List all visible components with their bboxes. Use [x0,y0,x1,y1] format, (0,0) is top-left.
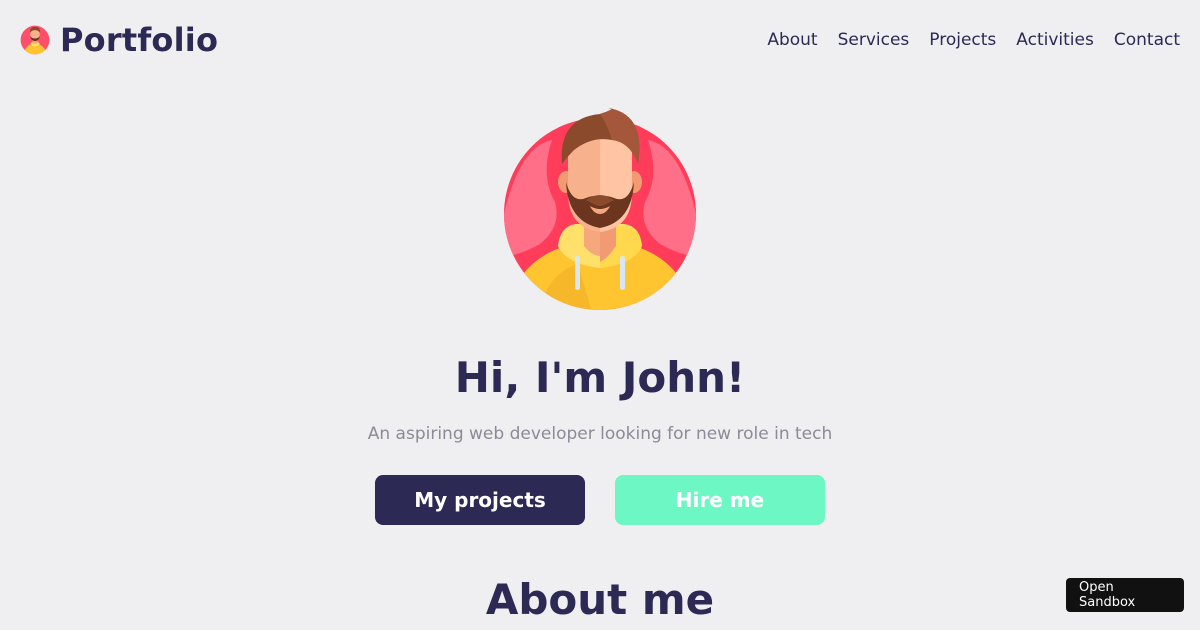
about-title: About me [485,575,715,624]
nav-link-services[interactable]: Services [838,29,910,51]
brand-link[interactable]: Portfolio [20,18,218,62]
nav-link-activities[interactable]: Activities [1016,29,1094,51]
my-projects-button[interactable]: My projects [375,475,585,525]
hire-me-button[interactable]: Hire me [615,475,825,525]
avatar-icon [20,25,50,55]
nav-link-projects[interactable]: Projects [929,29,996,51]
main-nav: About Services Projects Activities Conta… [767,29,1180,51]
page: Portfolio About Services Projects Activi… [0,0,1200,630]
nav-link-about[interactable]: About [767,29,817,51]
avatar-illustration [504,108,696,310]
open-sandbox-button[interactable]: Open Sandbox [1066,578,1184,612]
site-header: Portfolio About Services Projects Activi… [0,0,1200,80]
brand-title: Portfolio [60,21,219,59]
hero-title: Hi, I'm John! [454,353,746,402]
hero-subtitle: An aspiring web developer looking for ne… [367,424,833,444]
nav-link-contact[interactable]: Contact [1114,29,1180,51]
